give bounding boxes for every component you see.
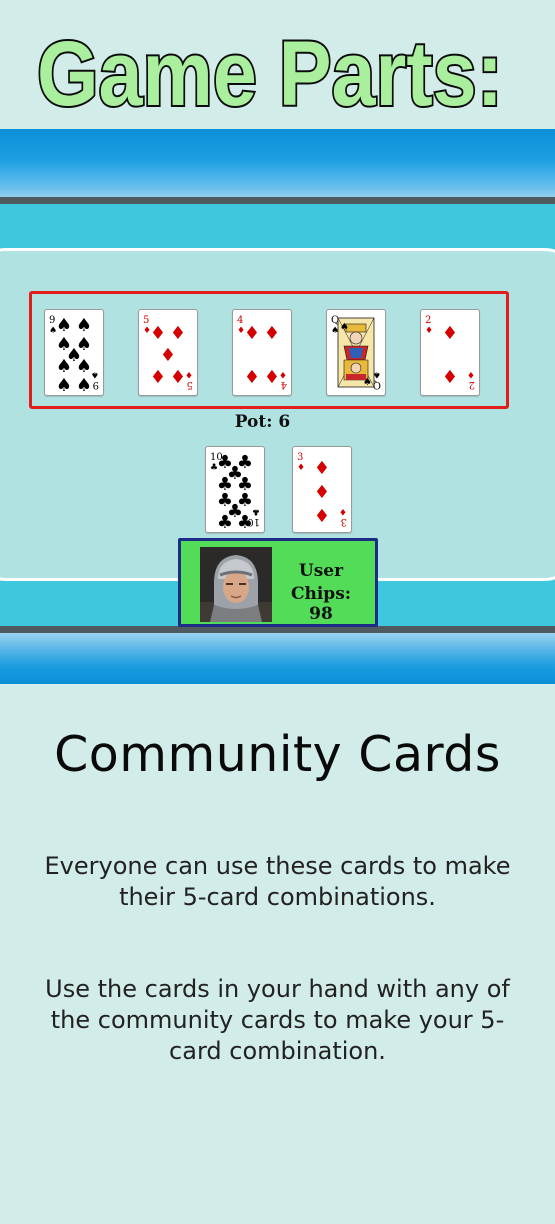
card-face: 4♦4♦♦ ♦♦ ♦ [237,315,287,390]
diamonds-icon: ♦ [150,367,166,388]
card-rank-label: 2 [425,315,431,326]
card-face: 10♣10♣♣ ♣♣♣ ♣♣ ♣♣♣ ♣ [210,452,260,532]
player-name: User [298,561,344,581]
title-area: Game Parts: [0,0,555,129]
diamonds-icon: ♦ [442,323,458,344]
diamonds-icon: ♦ [244,367,260,388]
card-rank-label: 9 [93,379,99,390]
card-face: 2♦2♦♦♦ [425,315,475,390]
community-card: 9 ♠ 9 ♠ ♠ ♠ ♠ ♠ ♠ ♠ ♠ ♠ ♠ [44,309,104,396]
diamonds-icon: ♦ [314,458,330,479]
table-band-top [0,204,555,254]
diamonds-icon: ♦ [314,506,330,527]
card-rank-label: 3 [341,516,347,527]
title-graphic: Game Parts: [35,21,505,127]
clubs-icon: ♣ [237,512,253,532]
spades-icon: ♠ [76,356,92,377]
description-paragraph: Use the cards in your hand with any of t… [45,975,510,1065]
diamonds-icon: ♦ [170,367,186,388]
card-rank-label: 5 [187,379,193,390]
community-card: 2 ♦ 2 ♦ ♦ ♦ [420,309,480,396]
spades-icon: ♠ [76,375,92,395]
community-cards-area: 9 ♠ 9 ♠ ♠ ♠ ♠ ♠ ♠ ♠ ♠ ♠ ♠ 5 ♦ 5 ♦ ♦ ♦ ♦ ♦ ♦ 4 ♦ 4 ♦ ♦ ♦ ♦ ♦ Q ♠ Q ♠ ♠ ♠ … [29,291,509,409]
card-rank-label: 4 [237,315,243,326]
diamonds-icon: ♦ [314,482,330,503]
spades-icon: ♠ [340,322,349,333]
diamonds-icon: ♦ [467,369,475,379]
hand-card: 3 ♦ 3 ♦ ♦ ♦ ♦ [292,446,352,533]
diamonds-icon: ♦ [150,323,166,344]
pot-label: Pot: 6 [234,412,291,432]
description-paragraph: Everyone can use these cards to make the… [44,852,511,911]
diamonds-icon: ♦ [279,369,287,379]
spades-icon: ♠ [56,356,72,377]
table-edge-stripe [0,197,555,204]
player-panel: User Chips: 98 [178,538,378,627]
card-rank-label: 2 [469,379,475,390]
hand-card: 10 ♣ 10 ♣ ♣ ♣ ♣ ♣ ♣ ♣ ♣ ♣ ♣ ♣ [205,446,265,533]
clubs-icon: ♣ [217,512,233,532]
player-chips: Chips: 98 [290,584,352,624]
card-face: Q♠Q♠♠♠ [331,315,381,390]
card-face: 9♠9♠♠ ♠♠ ♠♠♠ ♠♠ ♠ [49,315,99,395]
page-title: Game Parts: [37,23,503,125]
section-heading: Community Cards [54,726,501,783]
community-card: Q ♠ Q ♠ ♠ ♠ [326,309,386,396]
diamonds-icon: ♦ [339,506,347,516]
community-card: 4 ♦ 4 ♦ ♦ ♦ ♦ ♦ [232,309,292,396]
spades-icon: ♠ [56,375,72,395]
community-card: 5 ♦ 5 ♦ ♦ ♦ ♦ ♦ ♦ [138,309,198,396]
diamonds-icon: ♦ [425,326,433,336]
poker-table: 9 ♠ 9 ♠ ♠ ♠ ♠ ♠ ♠ ♠ ♠ ♠ ♠ 5 ♦ 5 ♦ ♦ ♦ ♦ ♦ ♦ 4 ♦ 4 ♦ ♦ ♦ ♦ ♦ Q ♠ Q ♠ ♠ ♠ … [0,129,555,684]
table-rail-bottom [0,633,555,684]
clubs-icon: ♣ [252,506,260,516]
card-face: 3♦3♦♦♦♦ [297,452,347,527]
card-face: 5♦5♦♦ ♦♦♦ ♦ [143,315,193,390]
spades-icon: ♠ [91,369,99,379]
spades-icon: ♠ [76,315,92,336]
spades-icon: ♠ [56,315,72,336]
diamonds-icon: ♦ [264,323,280,344]
table-rail-top [0,129,555,199]
player-avatar [200,547,272,622]
table-edge-stripe [0,626,555,633]
card-rank-label: 9 [49,315,55,326]
diamonds-icon: ♦ [264,367,280,388]
diamonds-icon: ♦ [297,463,305,473]
card-rank-label: 3 [297,452,303,463]
diamonds-icon: ♦ [185,369,193,379]
diamonds-icon: ♦ [442,367,458,388]
queen-face-art: ♠♠ [337,317,375,388]
card-rank-label: 4 [281,379,287,390]
spades-icon: ♠ [363,377,372,388]
diamonds-icon: ♦ [244,323,260,344]
diamonds-icon: ♦ [160,345,176,366]
diamonds-icon: ♦ [170,323,186,344]
card-rank-label: 5 [143,315,149,326]
